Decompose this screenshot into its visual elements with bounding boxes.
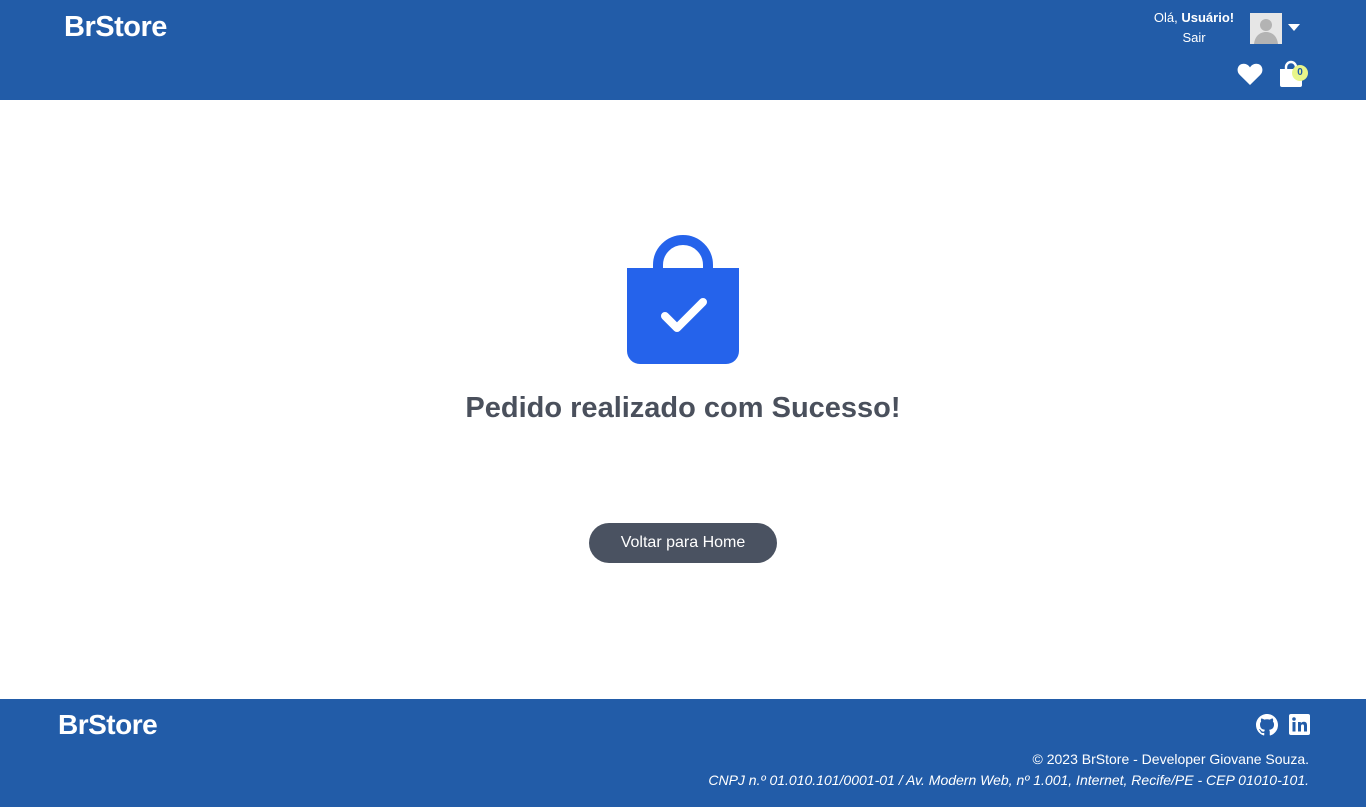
heart-icon[interactable] (1237, 62, 1263, 86)
greeting-prefix: Olá, (1153, 10, 1182, 25)
greeting-line: Olá, Usuário! (1146, 9, 1242, 27)
company-address: CNPJ n.º 01.010.101/0001-01 / Av. Modern… (708, 772, 1309, 788)
copyright-text: © 2023 BrStore - Developer Giovane Souza… (1032, 751, 1309, 767)
user-avatar-icon[interactable] (1250, 13, 1282, 44)
linkedin-icon[interactable] (1289, 714, 1310, 735)
cart-count-badge: 0 (1292, 65, 1308, 81)
back-to-home-button[interactable]: Voltar para Home (589, 523, 777, 563)
github-icon[interactable] (1256, 714, 1278, 736)
user-greeting: Olá, Usuário! Sair (1146, 9, 1242, 47)
shopping-bag-check-icon (626, 235, 740, 365)
logout-link[interactable]: Sair (1146, 29, 1242, 47)
brand-logo[interactable]: BrStore (64, 11, 167, 44)
chevron-down-icon[interactable] (1288, 20, 1300, 31)
success-message: Pedido realizado com Sucesso! (465, 392, 901, 424)
footer-brand-logo: BrStore (58, 709, 158, 740)
user-name: Usuário! (1181, 10, 1235, 25)
site-footer: BrStore © 2023 BrStore - Developer Giova… (0, 699, 1366, 807)
site-header: BrStore Olá, Usuário! Sair 0 (0, 0, 1366, 100)
